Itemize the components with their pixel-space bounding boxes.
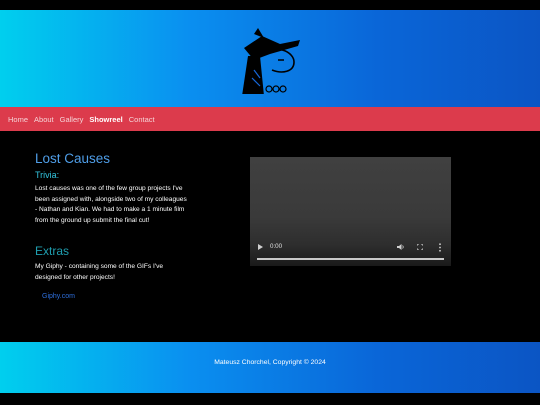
volume-icon[interactable] [397,243,405,251]
more-options-icon[interactable] [438,243,442,252]
nav-home[interactable]: Home [8,115,28,124]
nav-about[interactable]: About [34,115,54,124]
navbar: Home About Gallery Showreel Contact [0,107,540,131]
play-icon[interactable] [258,244,263,250]
footer-copyright: Mateusz Chorchel, Copyright © 2024 [214,359,326,366]
logo-icon [242,28,300,94]
trivia-text: Lost causes was one of the few group pro… [35,185,187,224]
footer: Mateusz Chorchel, Copyright © 2024 [0,342,540,393]
extras-heading: Extras [35,244,70,258]
video-player[interactable]: 0:00 [250,157,451,266]
main-content: Lost Causes Trivia: Lost causes was one … [0,131,540,342]
video-progress-bar[interactable] [257,258,444,260]
video-time: 0:00 [270,243,283,250]
giphy-description: My Giphy - containing some of the GIFs I… [35,263,164,281]
trivia-heading: Trivia: [35,170,60,180]
nav-contact[interactable]: Contact [129,115,155,124]
nav-gallery[interactable]: Gallery [60,115,84,124]
nav-showreel[interactable]: Showreel [89,115,122,124]
header-banner [0,10,540,107]
top-strip [0,0,540,10]
bottom-strip [0,393,540,405]
giphy-link[interactable]: Giphy.com [42,293,75,300]
fullscreen-icon[interactable] [417,244,423,250]
page-title: Lost Causes [35,151,111,166]
